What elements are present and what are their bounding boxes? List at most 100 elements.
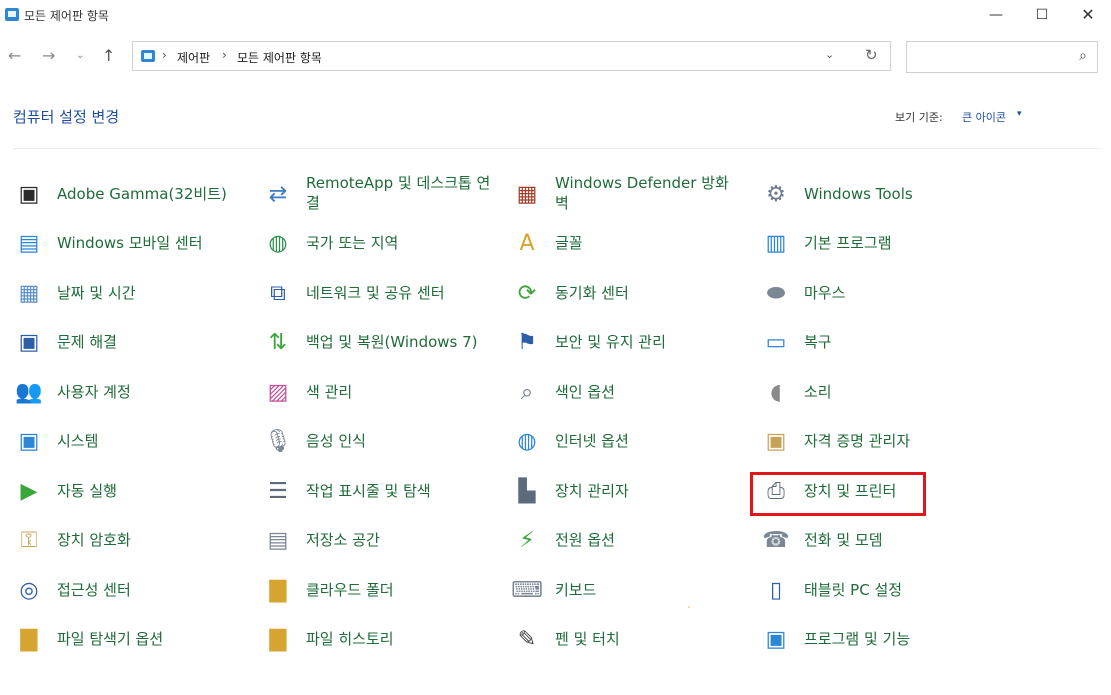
- control-panel-item[interactable]: ▶ 자동 실행: [13, 467, 253, 515]
- item-label[interactable]: 국가 또는 지역: [306, 233, 398, 253]
- control-panel-item[interactable]: ▣ 문제 해결: [13, 318, 253, 366]
- control-panel-item[interactable]: ◎ 접근성 센터: [13, 566, 253, 614]
- control-panel-item[interactable]: ▣ 프로그램 및 기능: [760, 615, 1000, 663]
- item-label[interactable]: 동기화 센터: [555, 283, 629, 303]
- tablet-icon: ▯: [769, 577, 783, 603]
- item-label[interactable]: 색인 옵션: [555, 382, 615, 402]
- control-panel-item[interactable]: ☎ 전화 및 모뎀: [760, 516, 1000, 564]
- control-panel-item[interactable]: ▨ 색 관리: [262, 368, 502, 416]
- device-encryption-icon: ⚿: [20, 527, 38, 553]
- item-label[interactable]: 클라우드 폴더: [306, 580, 394, 600]
- address-bar[interactable]: › 제어판 › 모든 제어판 항목 ⌄ ↻: [132, 41, 891, 71]
- item-label[interactable]: 복구: [804, 332, 832, 352]
- view-by-dropdown[interactable]: 큰 아이콘: [962, 109, 1006, 125]
- control-panel-item[interactable]: ▇ 클라우드 폴더: [262, 566, 502, 614]
- control-panel-item[interactable]: ▥ 기본 프로그램: [760, 219, 1000, 267]
- control-panel-item[interactable]: ✎ 펜 및 터치: [511, 615, 751, 663]
- item-label[interactable]: 소리: [804, 382, 832, 402]
- control-panel-item[interactable]: ◍ 인터넷 옵션: [511, 417, 751, 465]
- control-panel-item[interactable]: ⇅ 백업 및 복원(Windows 7): [262, 318, 502, 366]
- control-panel-item[interactable]: ▣ Adobe Gamma(32비트): [13, 170, 253, 218]
- item-label[interactable]: 자격 증명 관리자: [804, 431, 910, 451]
- breadcrumb-all-items[interactable]: 모든 제어판 항목: [237, 49, 322, 66]
- item-label[interactable]: 펜 및 터치: [555, 629, 620, 649]
- item-label[interactable]: Windows 모바일 센터: [57, 233, 203, 253]
- item-label[interactable]: RemoteApp 및 데스크톱 연결: [306, 173, 492, 213]
- item-label[interactable]: 프로그램 및 기능: [804, 629, 910, 649]
- refresh-button[interactable]: ↻: [865, 46, 878, 64]
- control-panel-item[interactable]: ▦ Windows Defender 방화벽: [511, 170, 751, 218]
- control-panel-item[interactable]: 🎙 음성 인식: [262, 417, 502, 465]
- forward-button[interactable]: →: [42, 46, 55, 65]
- item-label[interactable]: Adobe Gamma(32비트): [57, 184, 227, 204]
- autoplay-icon: ▶: [20, 478, 38, 504]
- control-panel-item[interactable]: ⧉ 네트워크 및 공유 센터: [262, 269, 502, 317]
- control-panel-item[interactable]: ◖ 소리: [760, 368, 1000, 416]
- item-label[interactable]: 자동 실행: [57, 481, 117, 501]
- item-label[interactable]: 저장소 공간: [306, 530, 380, 550]
- minimize-button[interactable]: —: [973, 0, 1019, 32]
- item-label[interactable]: 전화 및 모뎀: [804, 530, 883, 550]
- control-panel-item[interactable]: ▦ 날짜 및 시간: [13, 269, 253, 317]
- control-panel-item[interactable]: A 글꼴: [511, 219, 751, 267]
- item-label[interactable]: 전원 옵션: [555, 530, 615, 550]
- control-panel-item[interactable]: ⚙ Windows Tools: [760, 170, 1000, 218]
- item-label[interactable]: 작업 표시줄 및 탐색: [306, 481, 431, 501]
- close-button[interactable]: ✕: [1065, 0, 1111, 32]
- item-label[interactable]: 인터넷 옵션: [555, 431, 629, 451]
- control-panel-item[interactable]: ▇ 파일 탐색기 옵션: [13, 615, 253, 663]
- item-label[interactable]: 음성 인식: [306, 431, 366, 451]
- control-panel-item[interactable]: ▙ 장치 관리자: [511, 467, 751, 515]
- item-label[interactable]: 키보드: [555, 580, 596, 600]
- control-panel-item[interactable]: ▭ 복구: [760, 318, 1000, 366]
- control-panel-item[interactable]: ▣ 자격 증명 관리자: [760, 417, 1000, 465]
- item-label[interactable]: 날짜 및 시간: [57, 283, 136, 303]
- breadcrumb-separator[interactable]: ›: [162, 48, 167, 62]
- item-label[interactable]: 색 관리: [306, 382, 352, 402]
- control-panel-item[interactable]: ▤ 저장소 공간: [262, 516, 502, 564]
- chevron-down-icon[interactable]: ▾: [1017, 109, 1022, 119]
- control-panel-item[interactable]: ⚿ 장치 암호화: [13, 516, 253, 564]
- control-panel-item[interactable]: ▤ Windows 모바일 센터: [13, 219, 253, 267]
- control-panel-item[interactable]: ⬬ 마우스: [760, 269, 1000, 317]
- control-panel-item[interactable]: 👥 사용자 계정: [13, 368, 253, 416]
- highlight-box: [750, 472, 926, 516]
- item-label[interactable]: Windows Tools: [804, 184, 913, 204]
- back-button[interactable]: ←: [8, 46, 21, 65]
- item-label[interactable]: 마우스: [804, 283, 845, 303]
- control-panel-item[interactable]: ⚑ 보안 및 유지 관리: [511, 318, 751, 366]
- item-label[interactable]: 문제 해결: [57, 332, 117, 352]
- item-label[interactable]: 파일 탐색기 옵션: [57, 629, 163, 649]
- item-label[interactable]: 보안 및 유지 관리: [555, 332, 666, 352]
- item-label[interactable]: Windows Defender 방화벽: [555, 173, 741, 213]
- control-panel-item[interactable]: ⌨ 키보드: [511, 566, 751, 614]
- address-dropdown-button[interactable]: ⌄: [825, 48, 834, 61]
- search-input[interactable]: ⌕: [906, 41, 1098, 73]
- item-label[interactable]: 백업 및 복원(Windows 7): [306, 332, 478, 352]
- control-panel-item[interactable]: ⚡ 전원 옵션: [511, 516, 751, 564]
- control-panel-item[interactable]: ▇ 파일 히스토리: [262, 615, 502, 663]
- item-label[interactable]: 파일 히스토리: [306, 629, 394, 649]
- item-label[interactable]: 태블릿 PC 설정: [804, 580, 902, 600]
- item-label[interactable]: 시스템: [57, 431, 98, 451]
- control-panel-item[interactable]: ⇄ RemoteApp 및 데스크톱 연결: [262, 170, 502, 218]
- control-panel-item[interactable]: ▣ 시스템: [13, 417, 253, 465]
- search-icon[interactable]: ⌕: [1079, 48, 1087, 64]
- breadcrumb-control-panel[interactable]: 제어판: [177, 49, 210, 66]
- recent-locations-button[interactable]: ⌄: [76, 50, 84, 61]
- up-button[interactable]: ↑: [102, 46, 115, 65]
- breadcrumb-separator[interactable]: ›: [222, 48, 227, 62]
- item-label[interactable]: 네트워크 및 공유 센터: [306, 283, 445, 303]
- item-label[interactable]: 장치 암호화: [57, 530, 131, 550]
- control-panel-item[interactable]: ⌕ 색인 옵션: [511, 368, 751, 416]
- control-panel-item[interactable]: ▯ 태블릿 PC 설정: [760, 566, 1000, 614]
- control-panel-item[interactable]: ◍ 국가 또는 지역: [262, 219, 502, 267]
- maximize-button[interactable]: ☐: [1019, 0, 1065, 32]
- item-label[interactable]: 장치 관리자: [555, 481, 629, 501]
- control-panel-item[interactable]: ☰ 작업 표시줄 및 탐색: [262, 467, 502, 515]
- item-label[interactable]: 글꼴: [555, 233, 583, 253]
- item-label[interactable]: 사용자 계정: [57, 382, 131, 402]
- control-panel-item[interactable]: ⟳ 동기화 센터: [511, 269, 751, 317]
- item-label[interactable]: 기본 프로그램: [804, 233, 892, 253]
- item-label[interactable]: 접근성 센터: [57, 580, 131, 600]
